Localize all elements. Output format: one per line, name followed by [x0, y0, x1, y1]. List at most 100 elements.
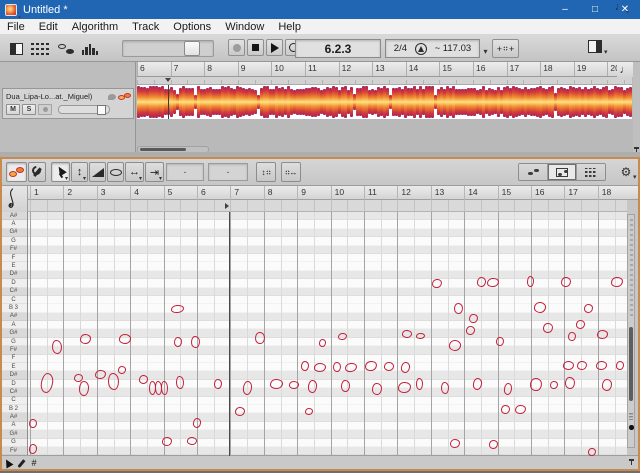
note-blob[interactable]: [449, 438, 461, 448]
note-blob[interactable]: [106, 371, 120, 391]
corner-zoom-handle-icon[interactable]: [629, 459, 634, 465]
pitch-row-label[interactable]: D: [0, 279, 27, 288]
play-button[interactable]: [266, 39, 283, 56]
pitch-row-label[interactable]: D#: [0, 371, 27, 380]
autostretch-button[interactable]: + +: [492, 39, 519, 58]
note-blob[interactable]: [476, 276, 486, 288]
pitch-row-label[interactable]: G#: [0, 329, 27, 338]
pitch-row-label[interactable]: A: [0, 421, 27, 431]
note-assignment-tool-button[interactable]: [28, 162, 46, 182]
note-blob[interactable]: [576, 360, 588, 370]
note-blob[interactable]: [575, 319, 585, 329]
value-field-2[interactable]: -: [208, 163, 248, 181]
note-blob[interactable]: [340, 379, 350, 393]
note-blob[interactable]: [562, 360, 574, 370]
note-blob[interactable]: [529, 376, 543, 392]
note-blob[interactable]: [173, 336, 183, 348]
note-blob[interactable]: [304, 407, 314, 415]
pitch-tool-button[interactable]: ↕ ▾: [71, 162, 88, 182]
note-blob[interactable]: [564, 376, 576, 390]
note-blob[interactable]: [307, 379, 317, 393]
note-blob[interactable]: [118, 333, 132, 345]
record-arm-button[interactable]: [38, 104, 52, 115]
note-blob[interactable]: [601, 378, 613, 392]
time-grid-snap-button[interactable]: ↔: [281, 162, 301, 182]
note-blob[interactable]: [488, 439, 498, 449]
drag-handle-icon[interactable]: [108, 93, 116, 100]
pitch-row-label[interactable]: D: [0, 379, 27, 389]
pitch-row-label[interactable]: C: [0, 295, 27, 305]
solo-button[interactable]: S: [22, 104, 36, 115]
pointer-mode-icon[interactable]: [2, 457, 14, 469]
menu-item-track[interactable]: Track: [125, 19, 166, 34]
note-blob[interactable]: [332, 361, 342, 373]
note-blob[interactable]: [471, 377, 483, 391]
note-blob[interactable]: [397, 381, 411, 393]
pitch-row-label[interactable]: B 3: [0, 304, 27, 313]
note-blob[interactable]: [288, 380, 300, 390]
note-blob[interactable]: [318, 338, 326, 348]
note-blob[interactable]: [28, 418, 38, 428]
note-blob[interactable]: [415, 332, 425, 340]
tempo-box[interactable]: 2/4 ~ 117.03: [385, 39, 480, 58]
tempo-value[interactable]: ~ 117.03: [435, 43, 472, 54]
note-blob[interactable]: [486, 276, 500, 288]
note-blob[interactable]: [51, 339, 63, 355]
note-blob[interactable]: [269, 378, 283, 390]
note-blob[interactable]: [500, 404, 510, 414]
note-blob[interactable]: [495, 336, 505, 346]
note-blob[interactable]: [595, 360, 607, 370]
note-blob[interactable]: [213, 378, 223, 390]
note-blob[interactable]: [117, 365, 127, 375]
zoom-grip[interactable]: [629, 413, 633, 420]
pitch-row-label[interactable]: B 2: [0, 404, 27, 414]
note-blob[interactable]: [596, 329, 608, 339]
note-blob[interactable]: [615, 360, 625, 370]
pitch-row-label[interactable]: G: [0, 438, 27, 447]
note-blob[interactable]: [415, 377, 423, 391]
pitch-row-label[interactable]: F#: [0, 346, 27, 355]
track-name[interactable]: Dua_Lipa-Lo...at._Miguel): [6, 92, 108, 101]
track-subruler[interactable]: [137, 77, 632, 85]
pitch-row-label[interactable]: E: [0, 363, 27, 372]
pitch-row-label[interactable]: C: [0, 396, 27, 405]
menu-item-help[interactable]: Help: [271, 19, 308, 34]
menu-item-options[interactable]: Options: [166, 19, 218, 34]
clef-dropdown[interactable]: ▾: [18, 14, 21, 21]
menu-item-algorithm[interactable]: Algorithm: [65, 19, 125, 34]
note-blob[interactable]: [175, 375, 185, 389]
note-blob[interactable]: [399, 361, 411, 373]
note-blob[interactable]: [241, 380, 253, 396]
note-blob[interactable]: [401, 329, 413, 339]
note-blob[interactable]: [170, 304, 184, 314]
note-blob[interactable]: [186, 436, 198, 446]
pitch-row-label[interactable]: A: [0, 321, 27, 330]
note-blob[interactable]: [560, 276, 572, 288]
note-blob[interactable]: [234, 406, 246, 416]
note-blob[interactable]: [94, 369, 106, 379]
main-tool-blob-button[interactable]: [6, 162, 27, 182]
note-blob[interactable]: [583, 303, 593, 313]
pitch-row-label[interactable]: A#: [0, 413, 27, 422]
timing-tool-button[interactable]: ⇥ ▾: [145, 162, 164, 182]
pitch-row-label[interactable]: G#: [0, 228, 27, 238]
note-blob[interactable]: [587, 447, 597, 456]
note-blob[interactable]: [313, 362, 327, 372]
song-position-display[interactable]: 6.2.3: [295, 39, 381, 58]
slider-handle[interactable]: [184, 41, 200, 56]
note-blob[interactable]: [452, 301, 464, 315]
pitch-row-label[interactable]: F: [0, 354, 27, 364]
view-mode-lines[interactable]: [577, 164, 605, 180]
settings-dropdown[interactable]: ▾: [633, 173, 637, 181]
track-h-scrollbar-thumb[interactable]: [140, 148, 186, 151]
stop-button[interactable]: [247, 39, 264, 56]
note-blob[interactable]: [344, 361, 358, 373]
note-blob[interactable]: [468, 313, 478, 323]
position-slider[interactable]: [122, 40, 214, 57]
pitch-row-label[interactable]: E: [0, 262, 27, 271]
pitch-row-label[interactable]: D#: [0, 270, 27, 280]
pointer-tool-button[interactable]: ▾: [51, 162, 70, 182]
note-blob[interactable]: [549, 380, 559, 390]
pane-splitter[interactable]: [0, 152, 640, 159]
editor-subruler[interactable]: [28, 200, 627, 212]
